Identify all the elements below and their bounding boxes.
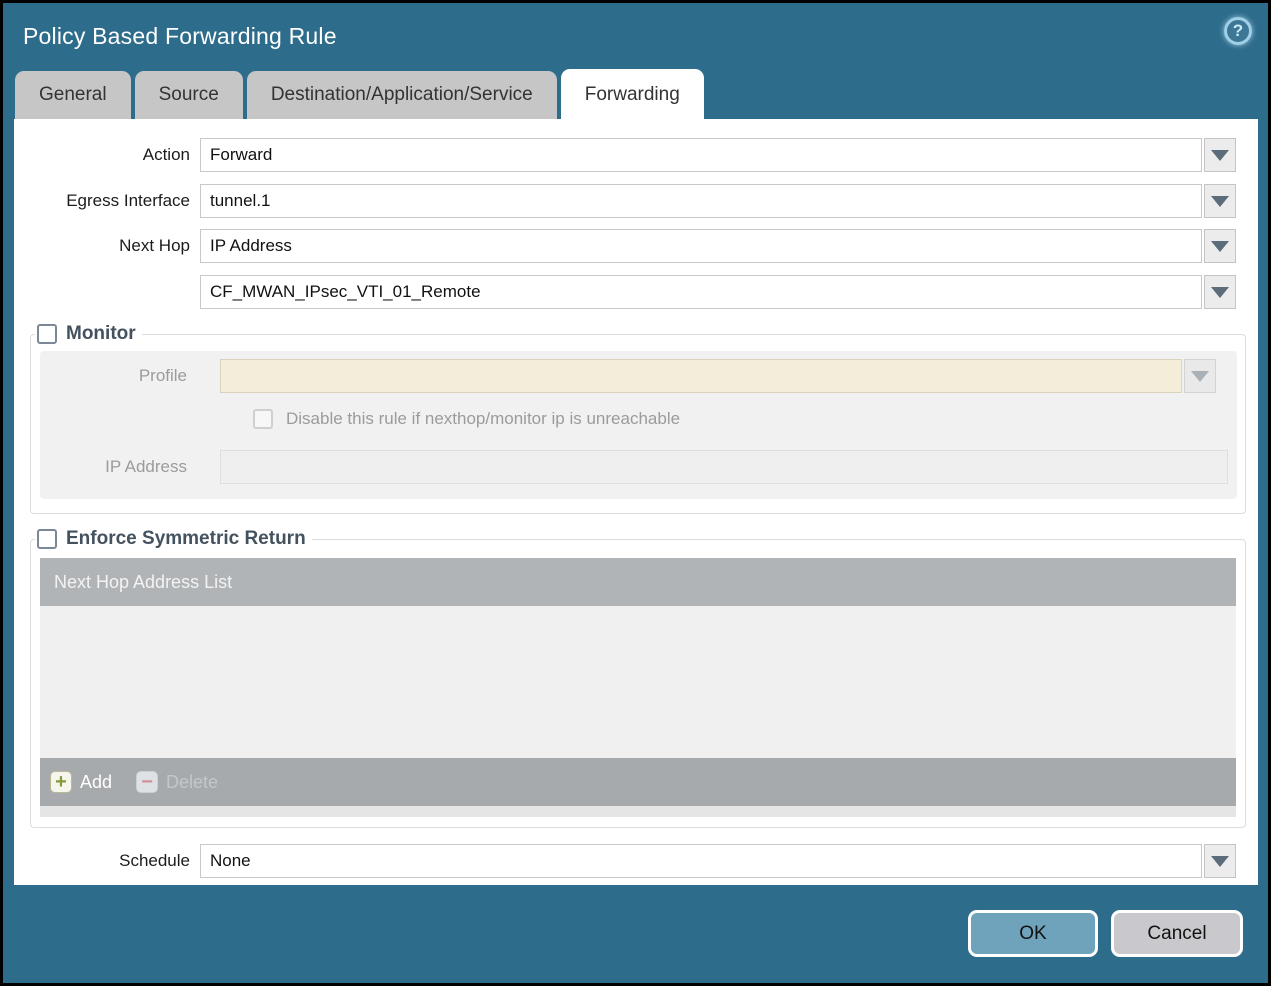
tab-destination-application-service[interactable]: Destination/Application/Service (246, 71, 557, 119)
delete-button-label: Delete (166, 771, 219, 792)
next-hop-address-table-header: Next Hop Address List (40, 558, 1236, 606)
schedule-row: Schedule None (14, 844, 1258, 878)
next-hop-address-table: Next Hop Address List + Add − Delete (40, 558, 1236, 817)
next-hop-address-select[interactable]: CF_MWAN_IPsec_VTI_01_Remote (200, 275, 1202, 309)
cancel-button[interactable]: Cancel (1111, 910, 1243, 957)
enforce-symmetric-return-label: Enforce Symmetric Return (66, 528, 306, 549)
next-hop-dropdown-button[interactable] (1204, 229, 1236, 263)
add-button-label: Add (80, 771, 113, 792)
next-hop-address-table-body[interactable] (40, 606, 1236, 758)
forwarding-tab-content: Action Forward Egress Interface tunnel.1… (14, 119, 1258, 885)
profile-select (220, 359, 1182, 393)
dialog-title: Policy Based Forwarding Rule (23, 23, 337, 49)
next-hop-label: Next Hop (119, 236, 190, 255)
profile-dropdown-button (1184, 359, 1216, 393)
action-row: Action Forward (14, 138, 1258, 172)
add-button[interactable]: + Add (50, 771, 112, 793)
add-icon: + (50, 771, 72, 793)
ok-button[interactable]: OK (968, 910, 1098, 957)
chevron-down-icon (1211, 286, 1229, 298)
monitor-group: Monitor Profile Disable this rule if nex… (30, 323, 1246, 514)
pbf-rule-dialog: Policy Based Forwarding Rule ? General S… (3, 3, 1268, 983)
chevron-down-icon (1191, 370, 1209, 382)
egress-interface-select[interactable]: tunnel.1 (200, 184, 1202, 218)
monitor-ip-row: IP Address (40, 450, 1237, 484)
action-dropdown-button[interactable] (1204, 138, 1236, 172)
profile-label: Profile (138, 366, 187, 385)
next-hop-type-value: IP Address (210, 236, 292, 255)
next-hop-address-row: CF_MWAN_IPsec_VTI_01_Remote (14, 275, 1258, 309)
chevron-down-icon (1211, 240, 1229, 252)
tab-general[interactable]: General (15, 71, 131, 119)
tab-bar: General Source Destination/Application/S… (3, 69, 1268, 119)
next-hop-address-dropdown-button[interactable] (1204, 275, 1236, 309)
egress-interface-label: Egress Interface (66, 191, 190, 210)
enforce-symmetric-return-legend: Enforce Symmetric Return (35, 528, 312, 550)
next-hop-row: Next Hop IP Address (14, 229, 1258, 263)
help-icon[interactable]: ? (1224, 17, 1252, 45)
chevron-down-icon (1211, 855, 1229, 867)
schedule-select[interactable]: None (200, 844, 1202, 878)
enforce-symmetric-return-checkbox[interactable] (37, 529, 57, 549)
next-hop-address-table-bottom-strip (40, 806, 1236, 817)
next-hop-address-value: CF_MWAN_IPsec_VTI_01_Remote (210, 282, 481, 301)
monitor-ip-label: IP Address (105, 457, 187, 476)
monitor-ip-input (220, 450, 1228, 484)
schedule-label: Schedule (119, 851, 190, 870)
enforce-symmetric-return-group: Enforce Symmetric Return Next Hop Addres… (30, 528, 1246, 828)
egress-interface-row: Egress Interface tunnel.1 (14, 184, 1258, 218)
disable-rule-row: Disable this rule if nexthop/monitor ip … (40, 409, 1237, 429)
egress-interface-dropdown-button[interactable] (1204, 184, 1236, 218)
profile-row: Profile (40, 359, 1237, 393)
monitor-panel: Profile Disable this rule if nexthop/mon… (40, 351, 1237, 499)
schedule-value: None (210, 851, 251, 870)
egress-interface-value: tunnel.1 (210, 191, 271, 210)
action-select[interactable]: Forward (200, 138, 1202, 172)
delete-icon: − (136, 771, 159, 793)
action-value: Forward (210, 145, 273, 164)
tab-forwarding[interactable]: Forwarding (560, 69, 704, 119)
monitor-label: Monitor (66, 323, 136, 344)
monitor-legend: Monitor (35, 323, 142, 345)
tab-source[interactable]: Source (134, 71, 243, 119)
chevron-down-icon (1211, 149, 1229, 161)
monitor-checkbox[interactable] (37, 324, 57, 344)
next-hop-address-table-toolbar: + Add − Delete (40, 758, 1236, 806)
dialog-titlebar: Policy Based Forwarding Rule ? (3, 3, 1268, 69)
schedule-dropdown-button[interactable] (1204, 844, 1236, 878)
next-hop-type-select[interactable]: IP Address (200, 229, 1202, 263)
disable-rule-label: Disable this rule if nexthop/monitor ip … (286, 409, 681, 428)
action-label: Action (142, 145, 190, 164)
delete-button: − Delete (136, 771, 218, 793)
next-hop-address-list-column-header: Next Hop Address List (54, 571, 233, 592)
disable-rule-checkbox (253, 409, 273, 429)
chevron-down-icon (1211, 195, 1229, 207)
